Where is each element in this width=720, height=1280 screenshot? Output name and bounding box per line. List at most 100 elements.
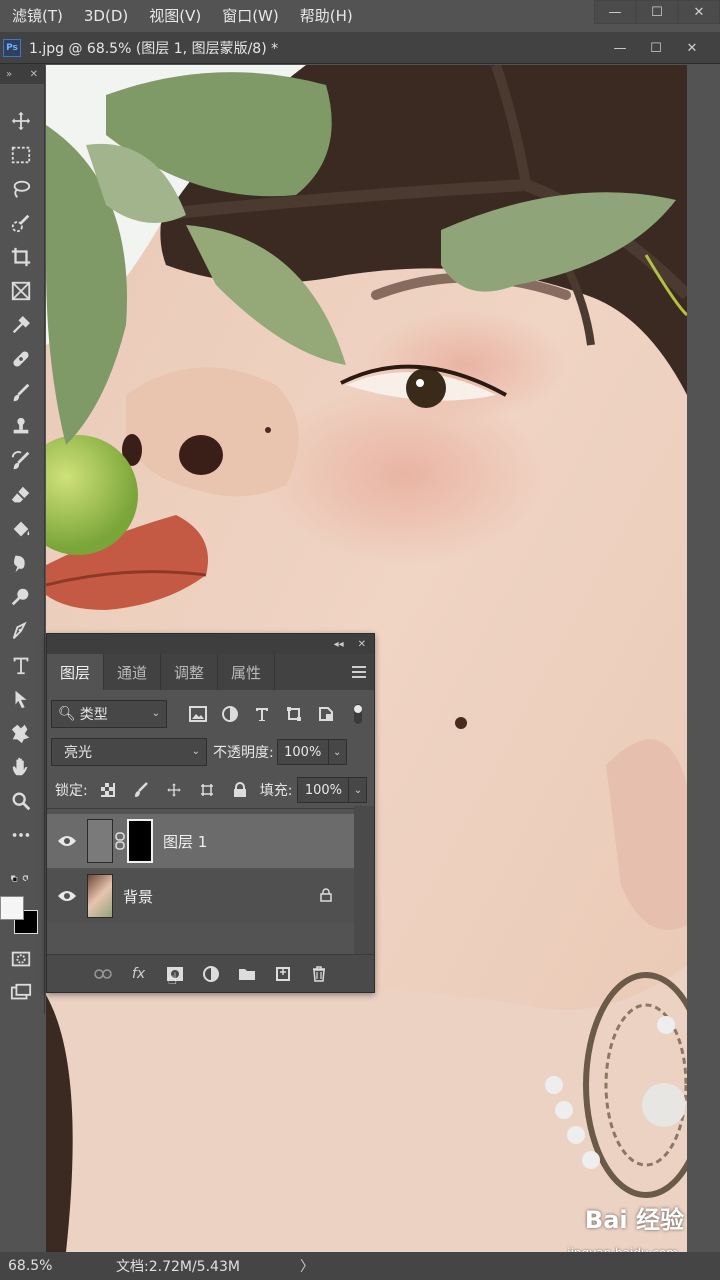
menu-bar: 滤镜(T) 3D(D) 视图(V) 窗口(W) 帮助(H) — ☐ ✕ xyxy=(0,0,720,32)
opacity-label: 不透明度: xyxy=(213,745,274,761)
lock-pixels-brush-icon[interactable] xyxy=(128,777,154,803)
hand-cursor-icon: ☝ xyxy=(167,968,178,988)
smudge-tool-icon[interactable] xyxy=(6,548,36,578)
layer-row-background[interactable]: 背景 xyxy=(47,869,354,923)
opacity-input[interactable]: 100% xyxy=(276,739,329,765)
background-thumbnail[interactable] xyxy=(87,874,113,918)
frame-tool-icon[interactable] xyxy=(6,276,36,306)
move-tool-icon[interactable] xyxy=(6,106,36,136)
panel-menu-icon[interactable] xyxy=(352,666,366,681)
doc-minimize-button[interactable]: — xyxy=(602,36,638,60)
swap-colors-icon[interactable] xyxy=(2,870,40,888)
layer-row-1[interactable]: 图层 1 xyxy=(47,814,354,868)
baidu-watermark: Bai 经验 xyxy=(584,1206,684,1234)
healing-brush-tool-icon[interactable] xyxy=(6,344,36,374)
visibility-eye-icon[interactable] xyxy=(47,835,87,847)
paint-bucket-tool-icon[interactable] xyxy=(6,514,36,544)
layer-name[interactable]: 背景 xyxy=(123,886,153,907)
lock-position-icon[interactable] xyxy=(161,777,187,803)
maximize-button[interactable]: ☐ xyxy=(636,0,678,24)
divider xyxy=(47,808,374,809)
menu-view[interactable]: 视图(V) xyxy=(138,0,211,32)
tab-channels[interactable]: 通道 xyxy=(104,654,162,690)
close-button[interactable]: ✕ xyxy=(678,0,720,24)
fill-input[interactable]: 100% xyxy=(297,777,350,803)
panel-header[interactable]: ◂◂ ✕ xyxy=(47,634,374,654)
photoshop-logo-icon: Ps xyxy=(3,38,21,57)
lock-artboard-icon[interactable] xyxy=(194,777,220,803)
search-icon: 🔍︎ xyxy=(58,706,76,722)
panel-tab-bar: 图层 通道 调整 属性 xyxy=(47,654,374,690)
delete-layer-trash-icon[interactable] xyxy=(306,961,332,987)
quick-mask-icon[interactable] xyxy=(6,944,36,974)
shape-filter-icon[interactable] xyxy=(281,701,307,727)
type-tool-icon[interactable] xyxy=(6,650,36,680)
layer-thumbnail[interactable] xyxy=(87,819,113,863)
dodge-tool-icon[interactable] xyxy=(6,582,36,612)
add-mask-icon[interactable]: ☝ xyxy=(162,961,188,988)
clone-stamp-tool-icon[interactable] xyxy=(6,412,36,442)
pixel-filter-icon[interactable] xyxy=(185,701,211,727)
blend-mode-value: 亮光 xyxy=(64,745,92,761)
crop-tool-icon[interactable] xyxy=(6,242,36,272)
menu-3d[interactable]: 3D(D) xyxy=(73,0,138,32)
tab-adjustments[interactable]: 调整 xyxy=(161,654,219,690)
filter-kind-select[interactable]: 🔍︎ 类型 ⌄ xyxy=(51,700,167,728)
smart-object-filter-icon[interactable] xyxy=(313,701,339,727)
foreground-color-swatch[interactable] xyxy=(0,896,24,920)
hand-tool-icon[interactable] xyxy=(6,752,36,782)
marquee-tool-icon[interactable] xyxy=(6,140,36,170)
quick-select-tool-icon[interactable] xyxy=(6,208,36,238)
lasso-tool-icon[interactable] xyxy=(6,174,36,204)
screen-mode-icon[interactable] xyxy=(6,978,36,1008)
tab-properties[interactable]: 属性 xyxy=(218,654,276,690)
menu-filter[interactable]: 滤镜(T) xyxy=(0,0,73,32)
layer-name[interactable]: 图层 1 xyxy=(163,831,207,852)
layer-filter-row: 🔍︎ 类型 ⌄ xyxy=(51,700,378,728)
document-window-controls: — ☐ ✕ xyxy=(602,36,710,60)
status-menu-arrow-icon[interactable]: 〉 xyxy=(300,1256,314,1276)
mask-link-icon[interactable] xyxy=(113,832,127,850)
adjustment-filter-icon[interactable] xyxy=(217,701,243,727)
adjustment-layer-icon[interactable] xyxy=(198,961,224,987)
doc-maximize-button[interactable]: ☐ xyxy=(638,36,674,60)
doc-close-button[interactable]: ✕ xyxy=(674,36,710,60)
more-tools-icon[interactable] xyxy=(6,820,36,850)
blend-mode-select[interactable]: 亮光 ⌄ xyxy=(51,738,207,766)
new-layer-icon[interactable] xyxy=(270,961,296,987)
filter-toggle-icon[interactable] xyxy=(345,701,371,727)
lock-transparent-icon[interactable] xyxy=(95,777,121,803)
menu-help[interactable]: 帮助(H) xyxy=(289,0,363,32)
tools-panel-header[interactable]: » ✕ xyxy=(0,64,44,84)
history-brush-tool-icon[interactable] xyxy=(6,446,36,476)
visibility-eye-icon[interactable] xyxy=(47,890,87,902)
blend-row: 亮光 ⌄ 不透明度: 100% ⌄ xyxy=(51,738,378,766)
layer-mask-thumbnail[interactable] xyxy=(127,819,153,863)
tools-panel: » ✕ xyxy=(0,64,45,1014)
layer-lock-icon xyxy=(320,887,332,906)
lock-all-icon[interactable] xyxy=(227,777,253,803)
shape-tool-icon[interactable] xyxy=(6,718,36,748)
eyedropper-tool-icon[interactable] xyxy=(6,310,36,340)
zoom-level[interactable]: 68.5% xyxy=(0,1258,60,1274)
brush-tool-icon[interactable] xyxy=(6,378,36,408)
opacity-chevron-icon[interactable]: ⌄ xyxy=(328,739,347,765)
path-select-tool-icon[interactable] xyxy=(6,684,36,714)
tab-layers[interactable]: 图层 xyxy=(47,654,105,690)
fill-chevron-icon[interactable]: ⌄ xyxy=(349,777,368,803)
menu-window[interactable]: 窗口(W) xyxy=(211,0,289,32)
link-layers-icon[interactable] xyxy=(90,961,116,987)
panel-close-icon[interactable]: ✕ xyxy=(358,639,366,650)
layers-panel: ◂◂ ✕ 图层 通道 调整 属性 🔍︎ 类型 ⌄ 亮光 ⌄ 不透明度: 100% … xyxy=(46,633,375,993)
pen-tool-icon[interactable] xyxy=(6,616,36,646)
eraser-tool-icon[interactable] xyxy=(6,480,36,510)
minimize-button[interactable]: — xyxy=(594,0,636,24)
zoom-tool-icon[interactable] xyxy=(6,786,36,816)
filter-kind-label: 类型 xyxy=(79,707,108,723)
type-filter-icon[interactable] xyxy=(249,701,275,727)
collapse-icon[interactable]: ◂◂ xyxy=(334,639,344,650)
layers-scrollbar[interactable] xyxy=(354,806,374,956)
fx-icon[interactable]: fx xyxy=(126,961,152,987)
document-title[interactable]: 1.jpg @ 68.5% (图层 1, 图层蒙版/8) * xyxy=(29,38,278,58)
new-group-folder-icon[interactable] xyxy=(234,961,260,987)
